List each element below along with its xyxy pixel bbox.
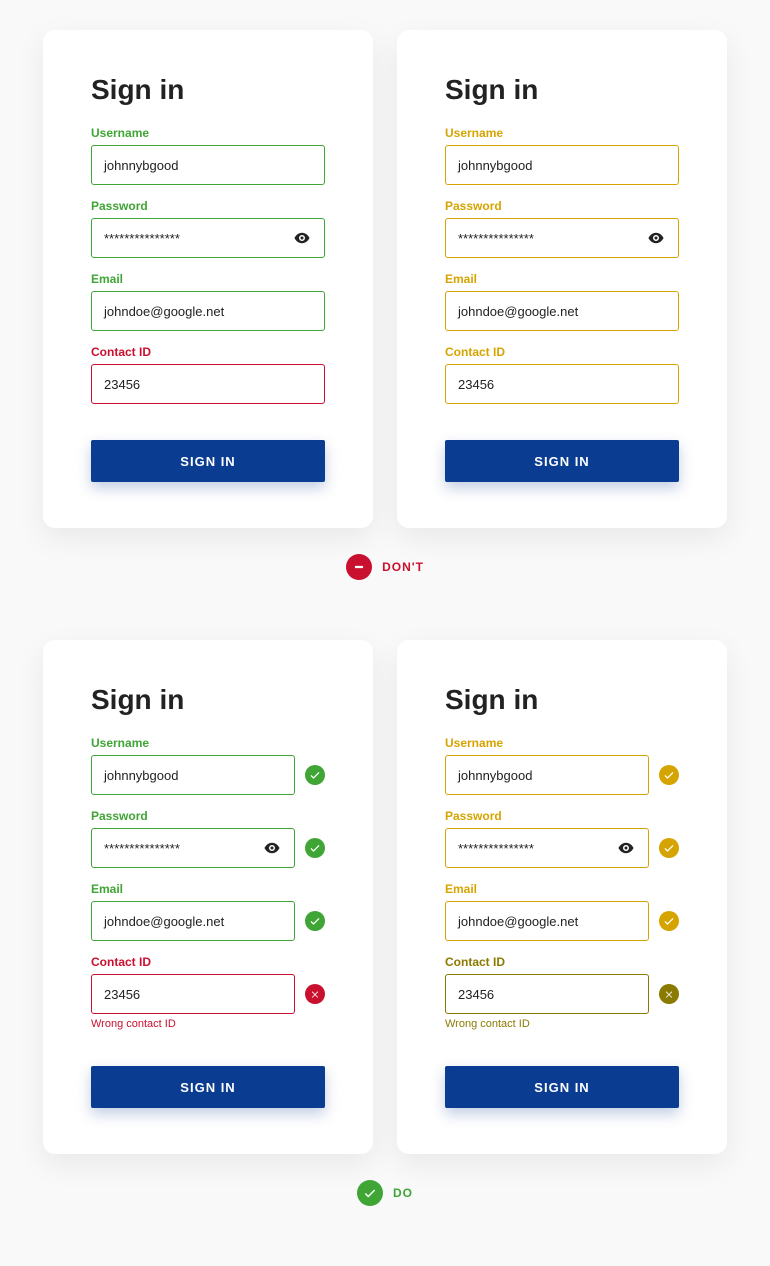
contact-id-label: Contact ID <box>445 955 679 969</box>
password-input[interactable]: *************** <box>91 218 325 258</box>
verdict-label: DO <box>393 1186 413 1200</box>
field-password: Password *************** <box>91 199 325 258</box>
example-row-do: Sign in Username johnnybgood Password **… <box>40 640 730 1154</box>
eye-icon[interactable] <box>616 838 636 858</box>
check-icon <box>659 911 679 931</box>
contact-id-label: Contact ID <box>91 345 325 359</box>
email-input[interactable]: johndoe@google.net <box>445 291 679 331</box>
signin-card: Sign in Username johnnybgood Password **… <box>43 640 373 1154</box>
eye-icon[interactable] <box>292 228 312 248</box>
field-contact-id: Contact ID 23456 Wrong contact ID <box>445 955 679 1030</box>
error-icon <box>659 984 679 1004</box>
card-title: Sign in <box>445 74 679 106</box>
example-row-dont: Sign in Username johnnybgood Password **… <box>40 30 730 528</box>
field-password: Password *************** <box>445 199 679 258</box>
field-password: Password *************** <box>91 809 325 868</box>
password-label: Password <box>445 809 679 823</box>
username-input[interactable]: johnnybgood <box>91 145 325 185</box>
card-title: Sign in <box>445 684 679 716</box>
field-contact-id: Contact ID 23456 Wrong contact ID <box>91 955 325 1030</box>
field-username: Username johnnybgood <box>91 126 325 185</box>
verdict-label: DON'T <box>382 560 424 574</box>
password-label: Password <box>445 199 679 213</box>
password-input[interactable]: *************** <box>91 828 295 868</box>
check-icon <box>305 838 325 858</box>
field-username: Username johnnybgood <box>445 736 679 795</box>
field-email: Email johndoe@google.net <box>91 272 325 331</box>
eye-icon[interactable] <box>646 228 666 248</box>
email-input[interactable]: johndoe@google.net <box>91 901 295 941</box>
check-icon <box>305 911 325 931</box>
contact-id-input[interactable]: 23456 <box>445 364 679 404</box>
signin-card: Sign in Username johnnybgood Password **… <box>397 640 727 1154</box>
error-icon <box>305 984 325 1004</box>
signin-card: Sign in Username johnnybgood Password **… <box>43 30 373 528</box>
contact-id-label: Contact ID <box>445 345 679 359</box>
password-input[interactable]: *************** <box>445 828 649 868</box>
field-contact-id: Contact ID 23456 <box>445 345 679 404</box>
username-input[interactable]: johnnybgood <box>445 755 649 795</box>
password-input[interactable]: *************** <box>445 218 679 258</box>
username-input[interactable]: johnnybgood <box>445 145 679 185</box>
username-label: Username <box>445 736 679 750</box>
contact-id-input[interactable]: 23456 <box>91 364 325 404</box>
do-icon <box>357 1180 383 1206</box>
sign-in-button[interactable]: SIGN IN <box>445 1066 679 1108</box>
email-input[interactable]: johndoe@google.net <box>91 291 325 331</box>
email-label: Email <box>91 272 325 286</box>
verdict-dont: DON'T <box>40 554 730 580</box>
card-title: Sign in <box>91 74 325 106</box>
password-label: Password <box>91 809 325 823</box>
field-email: Email johndoe@google.net <box>445 882 679 941</box>
field-email: Email johndoe@google.net <box>91 882 325 941</box>
dont-icon <box>346 554 372 580</box>
signin-card: Sign in Username johnnybgood Password **… <box>397 30 727 528</box>
contact-id-input[interactable]: 23456 <box>445 974 649 1014</box>
check-icon <box>659 765 679 785</box>
contact-id-helper: Wrong contact ID <box>445 1018 679 1030</box>
eye-icon[interactable] <box>262 838 282 858</box>
check-icon <box>305 765 325 785</box>
contact-id-input[interactable]: 23456 <box>91 974 295 1014</box>
verdict-do: DO <box>40 1180 730 1206</box>
email-label: Email <box>445 272 679 286</box>
field-contact-id: Contact ID 23456 <box>91 345 325 404</box>
username-label: Username <box>91 126 325 140</box>
contact-id-label: Contact ID <box>91 955 325 969</box>
check-icon <box>659 838 679 858</box>
field-email: Email johndoe@google.net <box>445 272 679 331</box>
card-title: Sign in <box>91 684 325 716</box>
email-input[interactable]: johndoe@google.net <box>445 901 649 941</box>
password-label: Password <box>91 199 325 213</box>
email-label: Email <box>91 882 325 896</box>
sign-in-button[interactable]: SIGN IN <box>91 1066 325 1108</box>
field-username: Username johnnybgood <box>91 736 325 795</box>
sign-in-button[interactable]: SIGN IN <box>91 440 325 482</box>
username-label: Username <box>445 126 679 140</box>
field-username: Username johnnybgood <box>445 126 679 185</box>
email-label: Email <box>445 882 679 896</box>
username-label: Username <box>91 736 325 750</box>
sign-in-button[interactable]: SIGN IN <box>445 440 679 482</box>
field-password: Password *************** <box>445 809 679 868</box>
contact-id-helper: Wrong contact ID <box>91 1018 325 1030</box>
username-input[interactable]: johnnybgood <box>91 755 295 795</box>
